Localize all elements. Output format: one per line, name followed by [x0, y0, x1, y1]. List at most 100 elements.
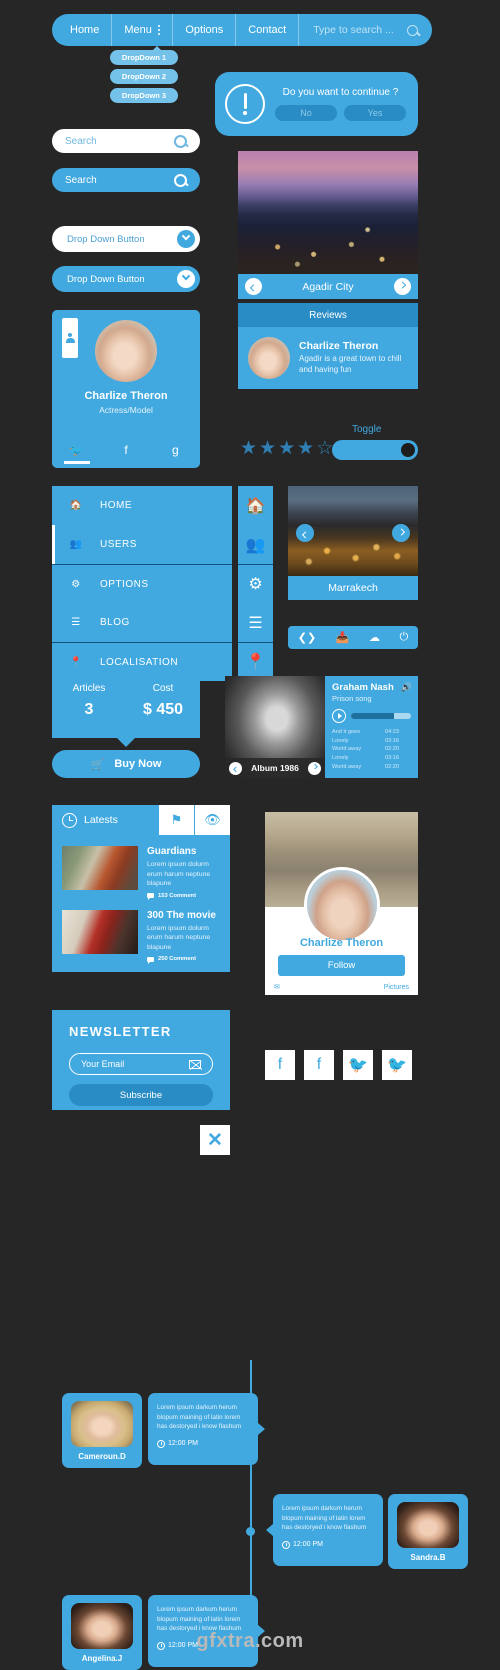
marrakech-title: Marrakech	[288, 576, 418, 600]
sidebar-item-options[interactable]: ⚙ OPTIONS	[52, 564, 232, 603]
twitter-icon[interactable]: 🐦	[52, 438, 101, 468]
artist-name: Graham Nash	[332, 682, 394, 693]
twitter-icon[interactable]: 🐦	[343, 1050, 373, 1080]
tab-latests[interactable]: Latests	[52, 805, 158, 835]
twitter-icon[interactable]: 🐦	[382, 1050, 412, 1080]
track-row[interactable]: World away 02:20	[332, 763, 411, 772]
search-bar-white[interactable]: Search	[52, 129, 200, 153]
person-icon	[65, 333, 75, 343]
confirm-yes-button[interactable]: Yes	[344, 105, 406, 121]
review-avatar	[248, 337, 290, 379]
buy-now-button[interactable]: 🛒 Buy Now	[52, 750, 200, 778]
speaker-icon[interactable]: 🔊	[401, 682, 412, 693]
dropdown-button-label: Drop Down Button	[67, 233, 145, 245]
nav-item-contact[interactable]: Contact	[236, 14, 300, 46]
facebook-icon[interactable]: f	[265, 1050, 295, 1080]
nav-item-options[interactable]: Options	[173, 14, 237, 46]
cart-icon: 🛒	[90, 758, 105, 771]
post-title: 300 The movie	[147, 909, 216, 921]
subscribe-button[interactable]: Subscribe	[69, 1084, 213, 1106]
search-icon[interactable]	[174, 173, 187, 187]
dropdown-item-1[interactable]: DropDown 1	[110, 50, 178, 65]
list-icon[interactable]: ☰	[238, 603, 273, 642]
dropdown-button-white[interactable]: Drop Down Button	[52, 226, 200, 252]
close-icon[interactable]: ✕	[200, 1125, 230, 1155]
list-item[interactable]: 300 The movie Lorem ipsum dolurm erum ha…	[52, 899, 230, 964]
profile-social-bar: 🐦 f g	[52, 438, 200, 468]
next-button[interactable]	[392, 524, 410, 542]
bubble-tail	[266, 1524, 273, 1536]
search-icon[interactable]	[174, 134, 187, 148]
star-1-icon[interactable]: ★	[240, 437, 257, 460]
post-title: Guardians	[147, 846, 197, 857]
pictures-link[interactable]: Pictures	[384, 984, 409, 991]
confirm-no-button[interactable]: No	[275, 105, 337, 121]
flag-icon[interactable]: ⚑	[158, 805, 194, 835]
timeline-author: Cameroun.D	[78, 1452, 126, 1461]
profile-name: Charlize Theron	[84, 390, 168, 402]
toggle-knob	[401, 443, 415, 457]
next-button[interactable]	[394, 278, 411, 295]
prev-button[interactable]	[229, 761, 242, 775]
nav-search-input[interactable]: Type to search ...	[299, 14, 432, 46]
play-button[interactable]	[332, 709, 346, 723]
timeline-avatar-card[interactable]: Sandra.B	[388, 1494, 468, 1569]
list-item[interactable]: Guardians Lorem ipsum dolurm erum harum …	[52, 835, 230, 901]
follow-button[interactable]: Follow	[278, 955, 405, 976]
chevron-down-icon[interactable]	[177, 230, 195, 248]
star-3-icon[interactable]: ★	[278, 437, 295, 460]
nav-item-home[interactable]: Home	[52, 14, 113, 46]
track-row[interactable]: Lonely 03:16	[332, 737, 411, 746]
post-comments: 250 Comment	[147, 956, 220, 964]
dropdown-button-label: Drop Down Button	[67, 273, 145, 285]
cloud-icon[interactable]: ☁	[369, 631, 380, 644]
seek-bar[interactable]	[351, 713, 411, 719]
cost-value: $ 450	[142, 701, 184, 718]
chevron-down-icon[interactable]	[177, 270, 195, 288]
email-field[interactable]: Your Email	[69, 1053, 213, 1075]
dropdown-item-3[interactable]: DropDown 3	[110, 88, 178, 103]
star-5-icon[interactable]: ☆	[316, 437, 333, 460]
star-4-icon[interactable]: ★	[297, 437, 314, 460]
dropdown-button-blue[interactable]: Drop Down Button	[52, 266, 200, 292]
nav-item-menu[interactable]: Menu	[112, 14, 174, 46]
timeline-text: Lorem ipsum darkum herum blopum maining …	[282, 1505, 367, 1532]
next-button[interactable]	[308, 761, 321, 775]
track-row[interactable]: And it goes 04:23	[332, 728, 411, 737]
star-rating[interactable]: ★ ★ ★ ★ ☆	[240, 437, 333, 460]
profile-tab-handle[interactable]	[62, 318, 78, 358]
timeline-time: 12:00 PM	[293, 1541, 323, 1549]
facebook-icon[interactable]: f	[304, 1050, 334, 1080]
prev-next-icon[interactable]: ❮❯	[298, 631, 316, 644]
track-row[interactable]: Lonely 03:16	[332, 754, 411, 763]
prev-button[interactable]	[296, 524, 314, 542]
envelope-icon[interactable]: ✉	[274, 983, 280, 991]
search-bar-blue[interactable]: Search	[52, 168, 200, 192]
social-buttons: f f 🐦 🐦	[265, 1050, 412, 1080]
power-icon[interactable]: ⏻	[400, 631, 409, 644]
search-icon	[407, 24, 418, 36]
home-icon[interactable]: 🏠	[238, 486, 273, 525]
exclamation-icon	[225, 84, 265, 124]
dropdown-item-2[interactable]: DropDown 2	[110, 69, 178, 84]
facebook-icon[interactable]: f	[101, 438, 150, 468]
prev-button[interactable]	[245, 278, 262, 295]
sidebar-item-users[interactable]: 👥 USERS	[52, 525, 232, 564]
agadir-photo	[238, 151, 418, 274]
gear-icon[interactable]: ⚙	[238, 564, 273, 603]
eye-icon[interactable]: 👁	[194, 805, 230, 835]
star-2-icon[interactable]: ★	[259, 437, 276, 460]
inbox-icon[interactable]: 📥	[336, 631, 350, 644]
track-row[interactable]: World away 02:20	[332, 745, 411, 754]
google-plus-icon[interactable]: g	[151, 438, 200, 468]
users-icon[interactable]: 👥	[238, 525, 273, 564]
post-comments: 153 Comment	[147, 893, 220, 901]
sidebar-item-blog[interactable]: ☰ BLOG	[52, 603, 232, 642]
follow-card-name: Charlize Theron	[299, 937, 384, 949]
timeline-avatar-card[interactable]: Cameroun.D	[62, 1393, 142, 1468]
toggle-switch[interactable]	[332, 440, 418, 460]
articles-label: Articles	[72, 683, 106, 694]
sidebar-item-home[interactable]: 🏠 HOME	[52, 486, 232, 525]
bubble-tail	[258, 1423, 265, 1435]
follow-card: Charlize Theron Follow ✉ Pictures	[265, 812, 418, 995]
